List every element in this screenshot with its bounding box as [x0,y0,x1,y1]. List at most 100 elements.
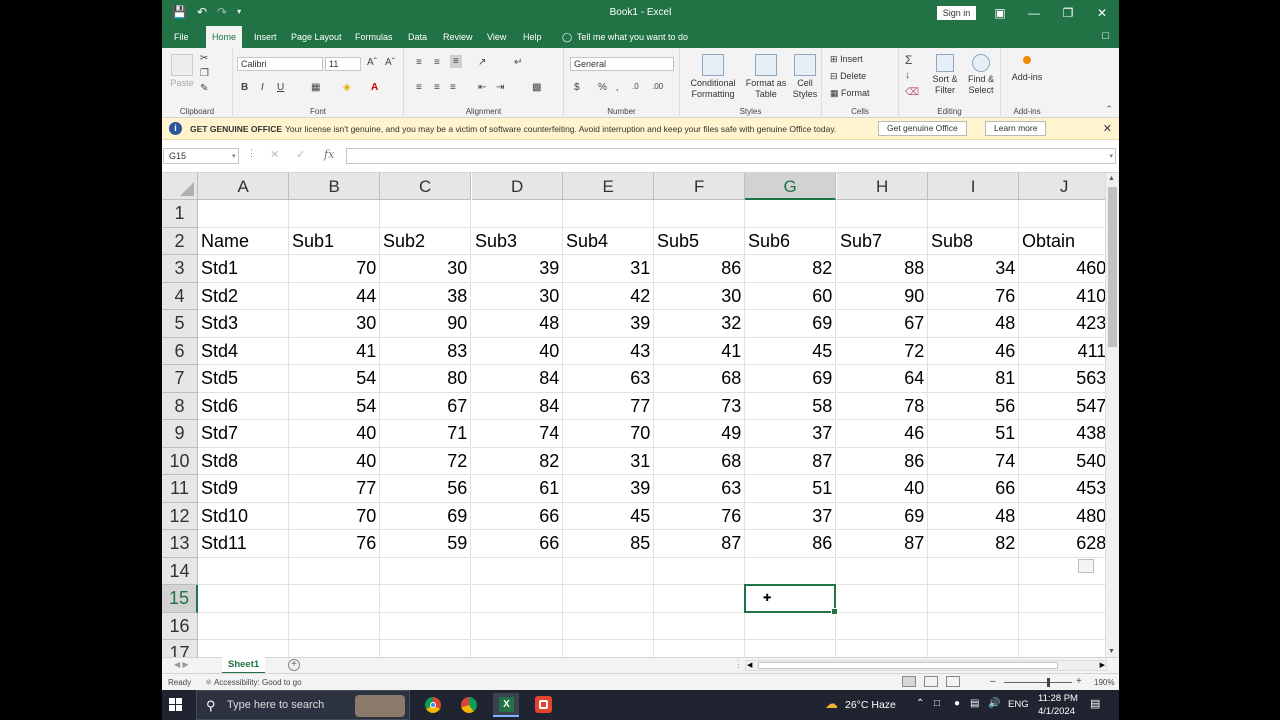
cell-i5[interactable]: 48 [928,310,1020,338]
font-name-dropdown[interactable]: Calibri [237,57,323,71]
copy-icon[interactable]: ❐ [200,68,209,79]
cell-c8[interactable]: 67 [380,392,472,420]
cell-a11[interactable]: Std9 [198,475,290,503]
font-size-dropdown[interactable]: 11 [325,57,361,71]
cell-c16[interactable] [380,612,472,640]
cell-f12[interactable]: 76 [654,502,746,530]
cell-f6[interactable]: 41 [654,337,746,365]
cell-h12[interactable]: 69 [837,502,929,530]
recorder-app-icon[interactable] [530,693,556,717]
column-header-d[interactable]: D [472,173,564,200]
scroll-left-icon[interactable]: ◀ [747,661,752,669]
align-left-icon[interactable]: ≡ [416,82,422,93]
cell-g11[interactable]: 51 [745,475,837,503]
cell-i8[interactable]: 56 [928,392,1020,420]
cell-c4[interactable]: 38 [380,282,472,310]
cell-a2[interactable]: Name [198,227,290,255]
cell-i14[interactable] [928,557,1020,585]
cell-i10[interactable]: 74 [928,447,1020,475]
confirm-entry-icon[interactable]: ✓ [296,148,305,161]
cell-i13[interactable]: 82 [928,530,1020,558]
cell-b5[interactable]: 30 [289,310,381,338]
cell-h15[interactable] [837,585,929,613]
cell-d3[interactable]: 39 [472,255,564,283]
tab-insert[interactable]: Insert [248,26,283,48]
cell-j1[interactable] [1019,200,1105,228]
row-header-14[interactable]: 14 [162,557,198,585]
cell-d12[interactable]: 66 [472,502,564,530]
cell-h2[interactable]: Sub7 [837,227,929,255]
sheet-tab-sheet1[interactable]: Sheet1 [222,657,266,674]
cell-e1[interactable] [563,200,655,228]
column-header-c[interactable]: C [380,173,472,200]
horizontal-scroll-thumb[interactable] [758,662,1058,669]
cell-h6[interactable]: 72 [837,337,929,365]
cell-g4[interactable]: 60 [745,282,837,310]
cell-d13[interactable]: 66 [472,530,564,558]
find-select-button[interactable]: Find & Select [963,54,999,96]
cell-d10[interactable]: 82 [472,447,564,475]
cell-b16[interactable] [289,612,381,640]
cell-g2[interactable]: Sub6 [745,227,837,255]
cell-d16[interactable] [472,612,564,640]
format-painter-icon[interactable]: ✎ [200,83,208,94]
format-as-table-button[interactable]: Format as Table [744,54,788,100]
conditional-formatting-button[interactable]: Conditional Formatting [684,54,742,100]
cell-j8[interactable]: 547 [1019,393,1105,420]
cell-c6[interactable]: 83 [380,337,472,365]
row-header-7[interactable]: 7 [162,365,198,393]
tab-data[interactable]: Data [402,26,433,48]
chrome-app-icon[interactable] [420,693,446,717]
tab-formulas[interactable]: Formulas [349,26,399,48]
cell-h7[interactable]: 64 [837,365,929,393]
cell-g7[interactable]: 69 [745,365,837,393]
cell-h16[interactable] [837,612,929,640]
cell-a6[interactable]: Std4 [198,337,290,365]
increase-decimal-icon[interactable]: .0 [632,82,639,91]
zoom-slider-thumb[interactable] [1047,678,1050,687]
cell-i15[interactable] [928,585,1020,613]
increase-indent-icon[interactable]: ⇥ [496,82,504,93]
cell-a15[interactable] [198,585,290,613]
cell-g16[interactable] [745,612,837,640]
cell-h17[interactable] [837,640,929,657]
cell-b15[interactable] [289,585,381,613]
spreadsheet-grid[interactable]: A B C D E F G H I J 1 2 Name Sub1 Sub2 Sub3 Sub4 Sub5 Sub6… [162,173,1105,657]
cell-g8[interactable]: 58 [745,392,837,420]
scroll-up-icon[interactable]: ▲ [1108,175,1115,182]
cell-d4[interactable]: 30 [472,282,564,310]
cell-j5[interactable]: 423 [1019,310,1105,338]
cell-c14[interactable] [380,557,472,585]
cell-f17[interactable] [654,640,746,657]
cell-i3[interactable]: 34 [928,255,1020,283]
clock-date[interactable]: 4/1/2024 [1038,706,1075,717]
tab-file[interactable]: File [168,26,195,48]
zoom-level[interactable]: 190% [1094,678,1114,687]
cell-g12[interactable]: 37 [745,502,837,530]
cell-h5[interactable]: 67 [837,310,929,338]
name-box[interactable]: G15 [163,148,239,164]
taskbar-search-box[interactable]: ⚲ Type here to search [196,690,410,720]
show-hidden-icons-icon[interactable]: ⌃ [916,698,924,709]
row-header-10[interactable]: 10 [162,447,198,475]
cell-j16[interactable] [1019,613,1105,640]
cell-b1[interactable] [289,200,381,228]
cell-a16[interactable] [198,612,290,640]
cancel-entry-icon[interactable]: ✕ [270,148,279,161]
column-header-g[interactable]: G [745,173,837,200]
cell-b9[interactable]: 40 [289,420,381,448]
tab-page-layout[interactable]: Page Layout [285,26,348,48]
cell-e10[interactable]: 31 [563,447,655,475]
zoom-out-icon[interactable]: – [990,676,996,687]
cell-d1[interactable] [472,200,564,228]
decrease-indent-icon[interactable]: ⇤ [478,82,486,93]
cell-i9[interactable]: 51 [928,420,1020,448]
cell-c15[interactable] [380,585,472,613]
page-break-view-icon[interactable] [946,676,960,687]
italic-icon[interactable]: I [261,82,264,93]
volume-icon[interactable]: 🔊 [988,698,1000,709]
cell-i6[interactable]: 46 [928,337,1020,365]
column-header-b[interactable]: B [289,173,381,200]
align-middle-icon[interactable]: ≡ [434,57,440,68]
cell-e16[interactable] [563,612,655,640]
